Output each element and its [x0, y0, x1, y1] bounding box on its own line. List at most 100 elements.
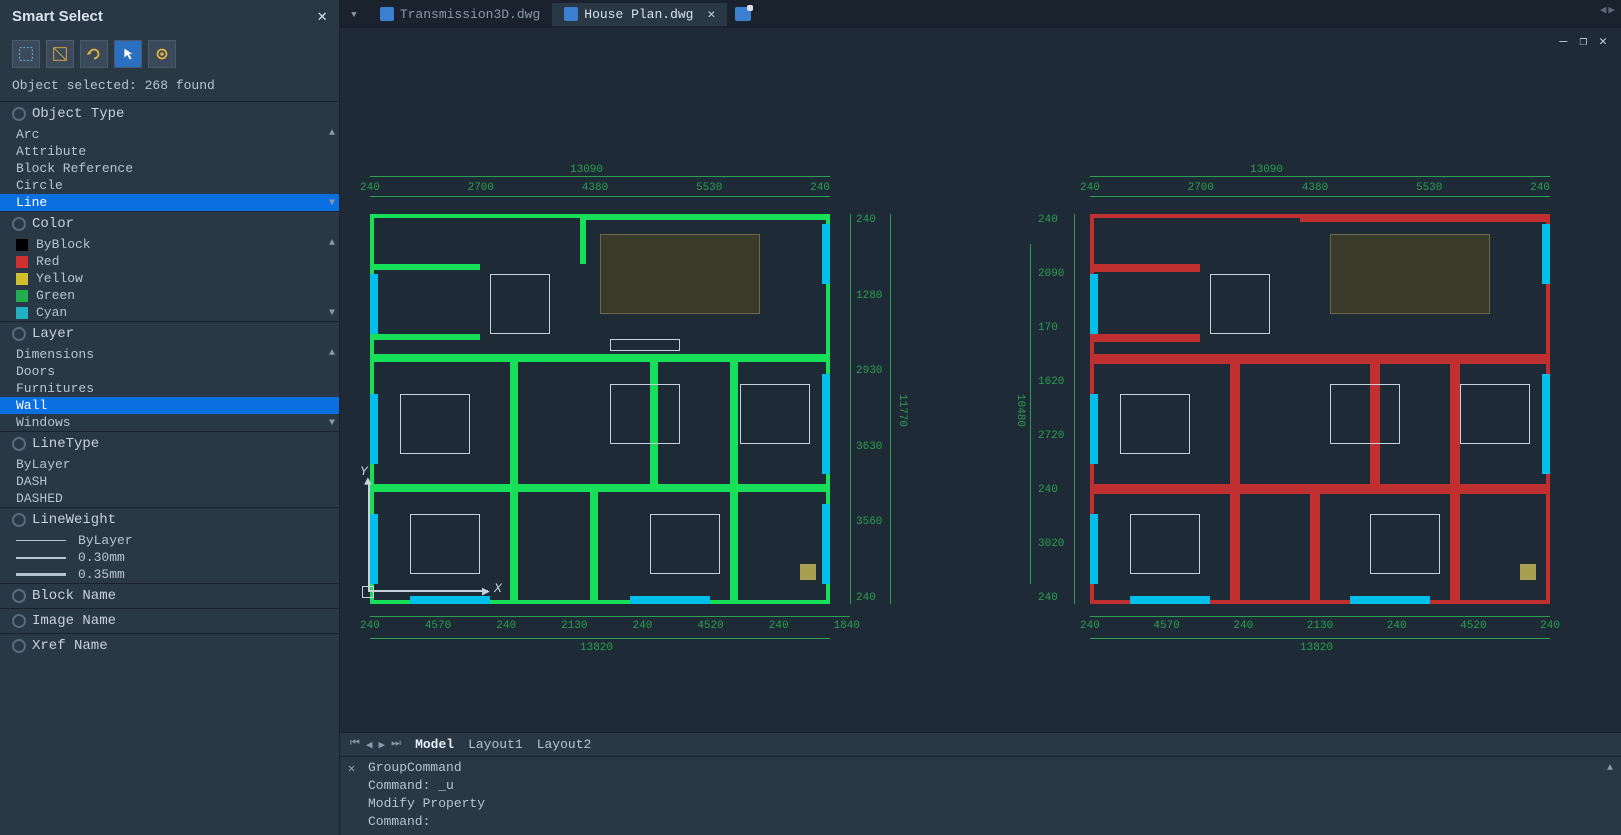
list-item[interactable]: Circle: [0, 177, 339, 194]
list-item[interactable]: Windows: [0, 414, 339, 431]
linetype-list: ByLayer DASH DASHED: [0, 456, 339, 507]
list-item[interactable]: ByLayer: [0, 456, 339, 473]
color-swatch: [16, 273, 28, 285]
section-lineweight[interactable]: LineWeight: [0, 508, 339, 532]
selection-status: Object selected: 268 found: [0, 76, 339, 101]
maximize-icon[interactable]: ❐: [1579, 34, 1587, 49]
list-item[interactable]: Furnitures: [0, 380, 339, 397]
window: [630, 596, 710, 604]
section-color[interactable]: Color: [0, 212, 339, 236]
color-swatch: [16, 256, 28, 268]
list-item[interactable]: Block Reference: [0, 160, 339, 177]
dim-row-left: 240 2090 170 1620 2720 240 3020 240: [1038, 214, 1064, 604]
select-crossing-icon[interactable]: [46, 40, 74, 68]
color-swatch: [16, 307, 28, 319]
floor-plan-right: 13090 240 2700 4380 5530 240: [1030, 164, 1590, 664]
list-item[interactable]: DASH: [0, 473, 339, 490]
lineweight-item[interactable]: 0.35mm: [0, 566, 339, 583]
prev-icon[interactable]: ◀: [366, 738, 373, 752]
color-item[interactable]: Green: [0, 287, 339, 304]
tab-menu-icon[interactable]: ▾: [340, 7, 368, 22]
panel-title: Smart Select: [12, 8, 103, 25]
radio-icon: [12, 327, 26, 341]
radio-icon: [12, 614, 26, 628]
section-linetype[interactable]: LineType: [0, 432, 339, 456]
bed: [610, 384, 680, 444]
window: [822, 224, 830, 284]
dwg-icon: [564, 7, 578, 21]
new-tab-icon[interactable]: [735, 7, 751, 21]
lineweight-list: ByLayer 0.30mm 0.35mm: [0, 532, 339, 583]
section-block-name[interactable]: Block Name: [0, 584, 339, 608]
refresh-icon[interactable]: [80, 40, 108, 68]
layout-tab[interactable]: Layout2: [537, 737, 592, 752]
window-controls: — ❐ ✕: [340, 28, 1621, 54]
file-tab[interactable]: House Plan.dwg ✕: [552, 3, 727, 26]
list-item[interactable]: Attribute: [0, 143, 339, 160]
last-icon[interactable]: ⏭: [391, 738, 401, 752]
command-line: GroupCommand: [350, 759, 1611, 777]
color-swatch: [16, 290, 28, 302]
tab-next-icon[interactable]: ▶: [1608, 3, 1615, 17]
rug: [600, 234, 760, 314]
radio-icon: [12, 217, 26, 231]
scroll-down-icon[interactable]: ▼: [329, 198, 335, 209]
section-object-type[interactable]: Object Type: [0, 102, 339, 126]
next-icon[interactable]: ▶: [379, 738, 386, 752]
command-line: Modify Property: [350, 795, 1611, 813]
settings-icon[interactable]: [148, 40, 176, 68]
command-window[interactable]: ✕ ▲ GroupCommand Command: _u Modify Prop…: [340, 756, 1621, 835]
panel-toolbar: [0, 32, 339, 76]
scroll-up-icon[interactable]: ▲: [329, 348, 335, 359]
bed: [410, 514, 480, 574]
lineweight-item[interactable]: ByLayer: [0, 532, 339, 549]
list-item[interactable]: DASHED: [0, 490, 339, 507]
dim-row-top: 240 2700 4380 5530 240: [1080, 182, 1550, 194]
select-window-icon[interactable]: [12, 40, 40, 68]
scroll-down-icon[interactable]: ▼: [329, 308, 335, 319]
command-line: Command:: [350, 813, 1611, 831]
dim-row-bottom: 240 4570 240 2130 240 4520 240 1840: [360, 620, 860, 632]
list-item[interactable]: Arc: [0, 126, 339, 143]
list-item[interactable]: Dimensions: [0, 346, 339, 363]
command-close-icon[interactable]: ✕: [348, 761, 355, 776]
close-icon[interactable]: ✕: [317, 6, 327, 26]
scroll-up-icon[interactable]: ▲: [329, 238, 335, 249]
floor-plan-left: 13090 240 2700 4380 5530 240: [350, 164, 910, 664]
dim-row-bottom: 240 4570 240 2130 240 4520 240: [1080, 620, 1560, 632]
command-expand-icon[interactable]: ▲: [1607, 763, 1613, 774]
section-layer[interactable]: Layer: [0, 322, 339, 346]
first-icon[interactable]: ⏮: [350, 738, 360, 752]
bed: [740, 384, 810, 444]
tab-prev-icon[interactable]: ◀: [1600, 3, 1607, 17]
main-area: ▾ Transmission3D.dwg House Plan.dwg ✕ ◀ …: [340, 0, 1621, 835]
radio-icon: [12, 589, 26, 603]
scroll-up-icon[interactable]: ▲: [329, 128, 335, 139]
minimize-icon[interactable]: —: [1560, 34, 1568, 49]
file-tab-bar: ▾ Transmission3D.dwg House Plan.dwg ✕ ◀ …: [340, 0, 1621, 28]
tab-overflow: ◀ ▶: [1600, 3, 1615, 17]
layout-tab[interactable]: Layout1: [468, 737, 523, 752]
lineweight-item[interactable]: 0.30mm: [0, 549, 339, 566]
pick-icon[interactable]: [114, 40, 142, 68]
smart-select-panel: Smart Select ✕ Object selected: 268 foun…: [0, 0, 340, 835]
list-item[interactable]: Wall: [0, 397, 339, 414]
bed: [400, 394, 470, 454]
tab-close-icon[interactable]: ✕: [707, 7, 715, 22]
section-xref-name[interactable]: Xref Name: [0, 634, 339, 658]
close-window-icon[interactable]: ✕: [1599, 34, 1607, 49]
color-item[interactable]: Yellow: [0, 270, 339, 287]
color-item[interactable]: Cyan: [0, 304, 339, 321]
drawing-canvas[interactable]: 13090 240 2700 4380 5530 240: [340, 54, 1621, 732]
file-tab[interactable]: Transmission3D.dwg: [368, 3, 552, 26]
list-item[interactable]: Doors: [0, 363, 339, 380]
scroll-down-icon[interactable]: ▼: [329, 418, 335, 429]
radio-icon: [12, 639, 26, 653]
section-image-name[interactable]: Image Name: [0, 609, 339, 633]
list-item[interactable]: Line: [0, 194, 339, 211]
color-item[interactable]: Red: [0, 253, 339, 270]
color-item[interactable]: ByBlock: [0, 236, 339, 253]
dim-row-top: 240 2700 4380 5530 240: [360, 182, 830, 194]
layout-tab[interactable]: Model: [415, 737, 454, 752]
window: [822, 504, 830, 584]
